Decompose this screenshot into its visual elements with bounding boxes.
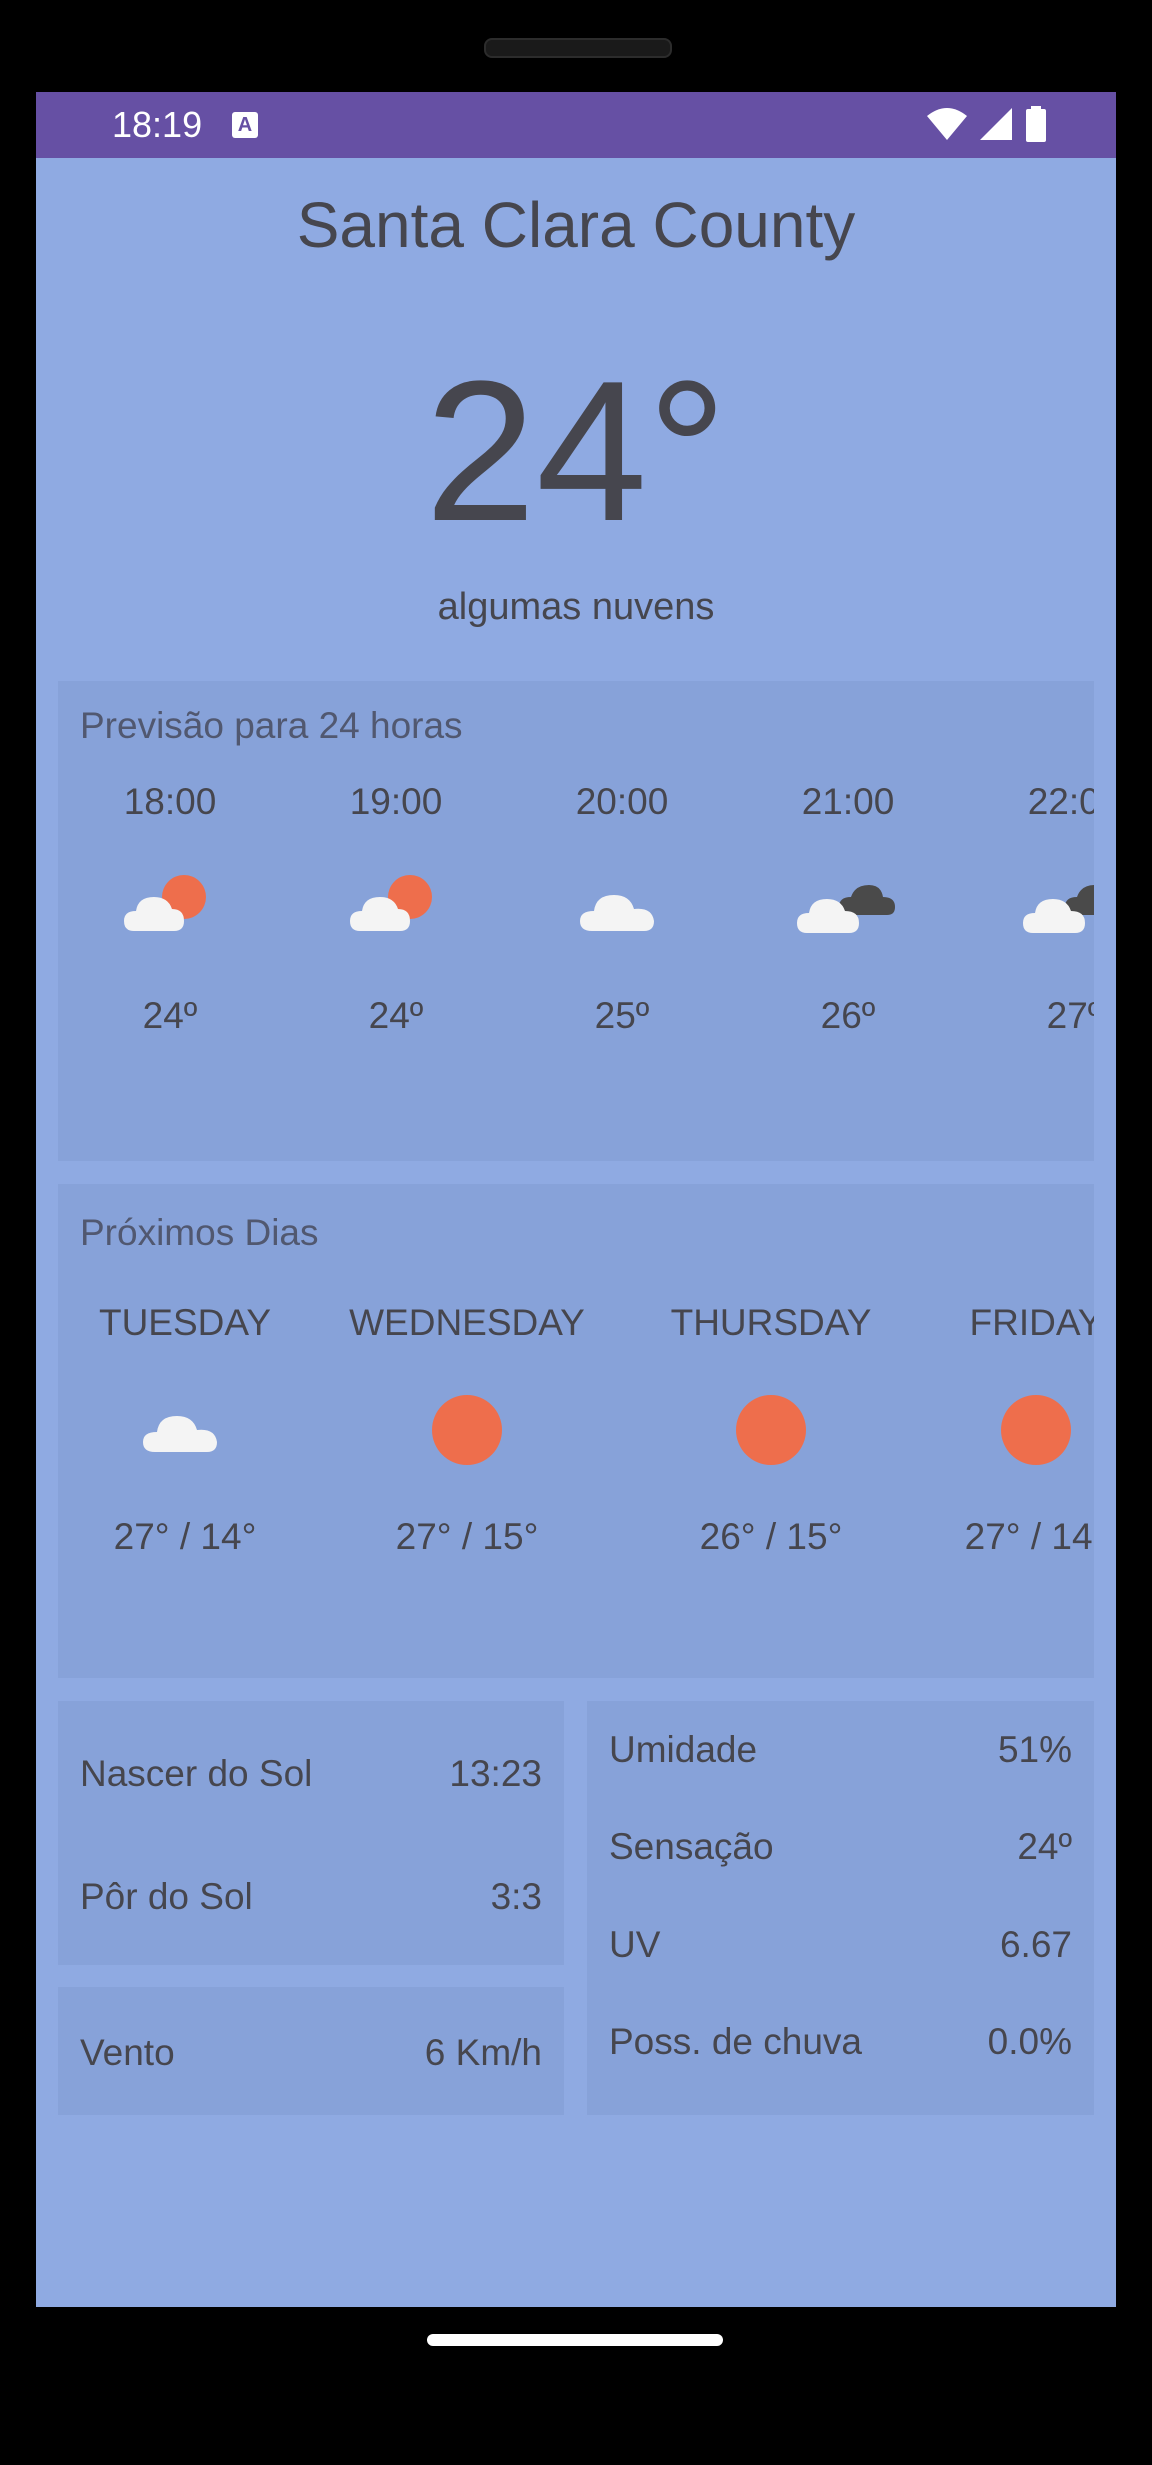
- status-icons: [916, 106, 1048, 146]
- hour-item: 20:00 25º: [562, 781, 682, 1037]
- hour-item: 19:00 24º: [336, 781, 456, 1037]
- day-temps: 26° / 15°: [699, 1516, 843, 1557]
- battery-icon: [1026, 106, 1046, 142]
- status-time: 18:19: [112, 104, 203, 145]
- sun-icon: [432, 1395, 502, 1465]
- cloudy-dark-icon: [1023, 885, 1094, 933]
- current-temperature: 24°: [424, 340, 728, 563]
- sun-icon: [1001, 1395, 1071, 1465]
- hour-item: 22:00 27º: [1014, 781, 1094, 1037]
- hourly-forecast-title: Previsão para 24 horas: [80, 705, 463, 746]
- day-item: FRIDAY 27° / 14°: [926, 1302, 1094, 1558]
- location-title: Santa Clara County: [296, 189, 856, 261]
- wind-value: 6 Km/h: [424, 2032, 542, 2073]
- day-temps: 27° / 15°: [395, 1516, 539, 1557]
- earpiece-speaker: [484, 38, 672, 58]
- humidity-value: 51%: [997, 1729, 1072, 1770]
- feels-like-label: Sensação: [609, 1826, 774, 1867]
- wind-label: Vento: [80, 2032, 175, 2073]
- wifi-icon: [927, 108, 967, 140]
- day-name: WEDNESDAY: [349, 1302, 585, 1343]
- day-name: TUESDAY: [98, 1302, 271, 1343]
- hour-temp: 27º: [1046, 995, 1094, 1036]
- weather-description: algumas nuvens: [437, 586, 715, 628]
- phone-frame: 18:19 A Santa Clara County 24° algumas n…: [0, 0, 1152, 2465]
- day-item: TUESDAY 27° / 14°: [80, 1302, 290, 1558]
- uv-value: 6.67: [999, 1924, 1072, 1965]
- sunrise-label: Nascer do Sol: [80, 1753, 313, 1794]
- partly-cloudy-sun-icon: [350, 875, 432, 931]
- signal-icon: [980, 108, 1012, 140]
- hour-time: 21:00: [801, 781, 895, 822]
- sunrise-value: 13:23: [449, 1753, 542, 1794]
- rain-chance-value: 0.0%: [987, 2021, 1072, 2062]
- hourly-forecast-card[interactable]: Previsão para 24 horas 18:00 24º 19:00 2…: [58, 681, 1094, 1161]
- cloudy-dark-icon: [797, 885, 895, 933]
- daily-forecast-title: Próximos Dias: [80, 1212, 319, 1253]
- cloud-icon: [580, 895, 654, 931]
- humidity-label: Umidade: [609, 1729, 758, 1770]
- details-card: Umidade 51% Sensação 24º UV 6.67 Poss. d…: [587, 1701, 1094, 2115]
- screen: 18:19 A Santa Clara County 24° algumas n…: [36, 92, 1116, 2307]
- sunset-value: 3:3: [490, 1876, 542, 1917]
- hour-temp: 24º: [142, 995, 198, 1036]
- hour-time: 22:00: [1027, 781, 1094, 822]
- hour-time: 19:00: [349, 781, 443, 822]
- day-item: THURSDAY 26° / 15°: [656, 1302, 886, 1558]
- uv-label: UV: [609, 1924, 661, 1965]
- wind-card: Vento 6 Km/h: [58, 1987, 564, 2115]
- day-name: THURSDAY: [670, 1302, 872, 1343]
- cloud-icon: [143, 1416, 217, 1452]
- hour-item: 21:00 26º: [788, 781, 908, 1037]
- rain-chance-label: Poss. de chuva: [609, 2021, 862, 2062]
- partly-cloudy-sun-icon: [124, 875, 206, 931]
- hour-item: 18:00 24º: [110, 781, 230, 1037]
- notification-icon: A: [232, 112, 258, 138]
- hour-temp: 26º: [820, 995, 876, 1036]
- hour-time: 18:00: [123, 781, 217, 822]
- hour-time: 20:00: [575, 781, 669, 822]
- status-bar: 18:19 A: [36, 92, 1116, 158]
- daily-forecast-card[interactable]: Próximos Dias TUESDAY 27° / 14° WEDNESDA…: [58, 1184, 1094, 1678]
- home-gesture-bar[interactable]: [427, 2334, 723, 2346]
- day-item: WEDNESDAY 27° / 15°: [342, 1302, 592, 1558]
- sunset-label: Pôr do Sol: [80, 1876, 253, 1917]
- day-temps: 27° / 14°: [964, 1516, 1094, 1557]
- day-temps: 27° / 14°: [113, 1516, 257, 1557]
- hour-temp: 25º: [594, 995, 650, 1036]
- sun-times-card: Nascer do Sol 13:23 Pôr do Sol 3:3: [58, 1701, 564, 1965]
- hour-temp: 24º: [368, 995, 424, 1036]
- day-name: FRIDAY: [969, 1302, 1094, 1343]
- feels-like-value: 24º: [1017, 1826, 1072, 1867]
- sun-icon: [736, 1395, 806, 1465]
